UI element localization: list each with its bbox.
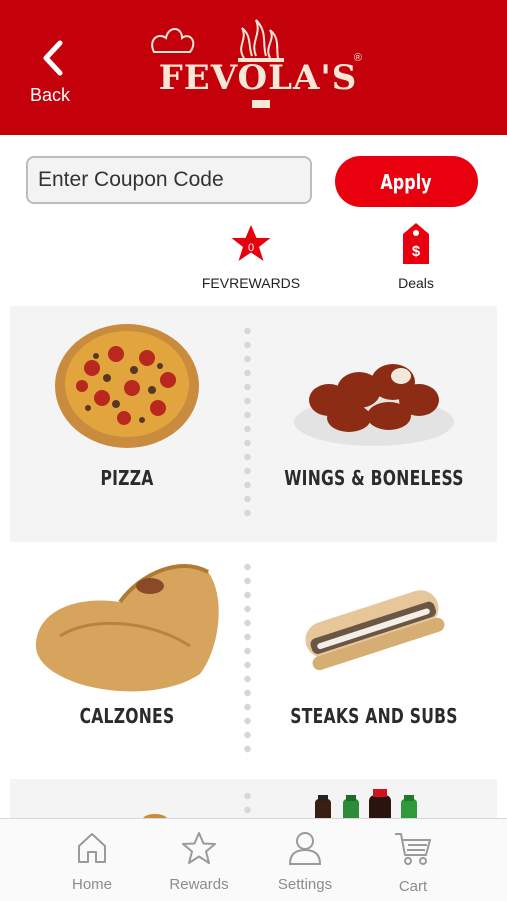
coupon-code-input[interactable] (26, 156, 312, 204)
apply-coupon-button[interactable]: Apply (335, 156, 478, 207)
tab-settings-label: Settings (277, 876, 333, 893)
pizza-image (55, 324, 199, 448)
drinks-image (315, 789, 417, 819)
category-pizza[interactable]: PIZZA (10, 306, 244, 542)
tab-settings[interactable]: Settings (260, 831, 350, 893)
deals-label: Deals (398, 275, 434, 291)
wings-image (294, 364, 454, 446)
category-row-3 (10, 779, 497, 819)
home-icon (78, 833, 106, 863)
person-icon (288, 832, 322, 865)
category-wings[interactable]: WINGS & BONELESS (251, 306, 497, 542)
tab-home[interactable]: Home (47, 831, 137, 893)
star-icon (182, 832, 216, 864)
apply-button-label: Apply (380, 169, 433, 194)
back-label: Back (30, 85, 71, 105)
fevrewards-button[interactable]: 0 FEVREWARDS (196, 224, 306, 291)
tab-cart[interactable]: Cart (368, 831, 458, 895)
tab-home-label: Home (71, 876, 112, 893)
bottom-tab-bar: Home Rewards Settings Cart (0, 818, 507, 901)
cart-icon (395, 833, 431, 865)
category-label: PIZZA (100, 466, 154, 490)
rewards-count: 0 (248, 242, 254, 254)
category-desserts[interactable] (10, 779, 244, 819)
category-label: CALZONES (79, 704, 175, 728)
category-row-2: CALZONES STEAKS AND SUBS (10, 542, 497, 778)
deals-button[interactable]: $ Deals (378, 222, 454, 291)
category-calzones[interactable]: CALZONES (10, 542, 244, 778)
logo-wordmark: FEVOLA'S (158, 58, 358, 98)
category-steaks-subs[interactable]: STEAKS AND SUBS (251, 542, 497, 778)
app-header: Back FEVOLA'S ® (0, 0, 507, 135)
price-tag-icon: $ (403, 223, 429, 264)
sub-sandwich-image (305, 590, 445, 671)
tab-rewards-label: Rewards (169, 876, 229, 893)
svg-text:$: $ (412, 243, 421, 260)
tab-cart-label: Cart (398, 878, 428, 895)
brand-logo: FEVOLA'S ® (148, 12, 368, 112)
registered-mark: ® (353, 52, 362, 64)
chevron-left-icon (43, 40, 63, 76)
category-drinks[interactable] (251, 779, 497, 819)
category-label: WINGS & BONELESS (284, 466, 464, 490)
calzone-image (35, 564, 219, 692)
category-label: STEAKS AND SUBS (290, 704, 458, 728)
tab-rewards[interactable]: Rewards (154, 831, 244, 893)
category-row-1: PIZZA WINGS & BONELESS (10, 306, 497, 542)
back-button[interactable]: Back (28, 38, 88, 108)
fevrewards-label: FEVREWARDS (201, 275, 301, 291)
star-badge-icon: 0 (231, 225, 271, 261)
